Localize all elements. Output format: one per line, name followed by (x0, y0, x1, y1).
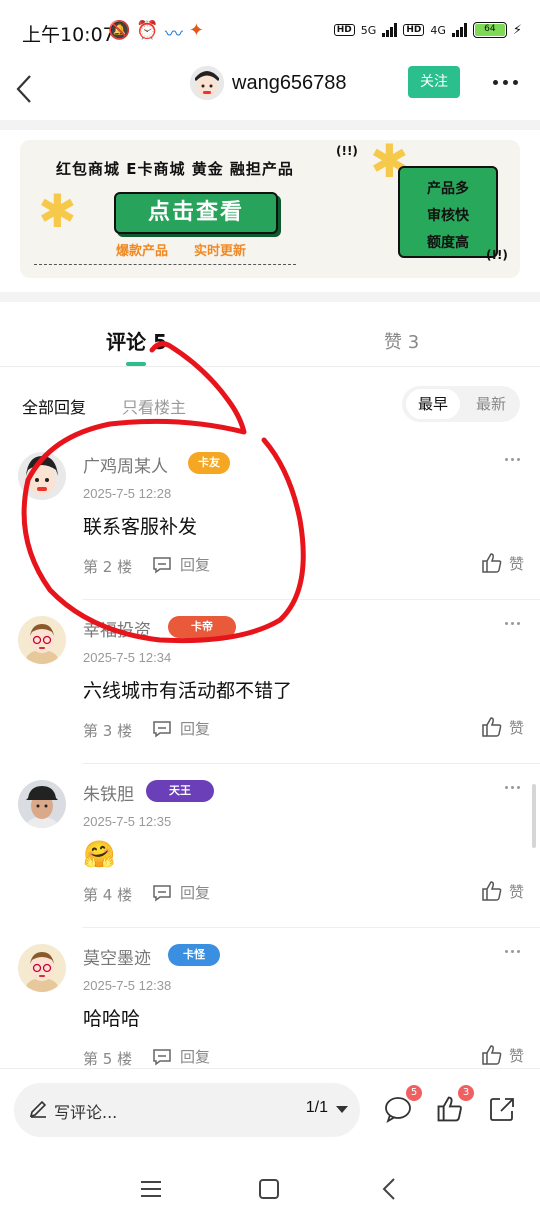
comment-placeholder: 写评论... (54, 1103, 118, 1122)
comment-bubble-icon (385, 1097, 411, 1123)
menu-icon[interactable] (140, 1178, 162, 1200)
like-count-badge: 3 (458, 1085, 474, 1101)
share-icon (490, 1098, 514, 1121)
system-nav-bar (0, 1150, 540, 1230)
bottom-action-bar: 写评论... 1/1 5 3 (0, 1068, 540, 1150)
chevron-down-icon[interactable] (336, 1106, 348, 1113)
pen-icon (29, 1100, 47, 1118)
comments-button[interactable]: 5 (384, 1085, 422, 1123)
thumbs-up-icon (437, 1096, 462, 1122)
home-icon[interactable] (258, 1178, 280, 1200)
back-nav-icon[interactable] (380, 1176, 400, 1202)
write-comment-input[interactable]: 写评论... 1/1 (14, 1083, 360, 1137)
share-button[interactable] (488, 1095, 516, 1123)
like-post-button[interactable]: 3 (436, 1085, 474, 1123)
red-annotation-circle (21, 341, 306, 644)
comment-count-badge: 5 (406, 1085, 422, 1101)
page-indicator[interactable]: 1/1 (306, 1099, 328, 1117)
